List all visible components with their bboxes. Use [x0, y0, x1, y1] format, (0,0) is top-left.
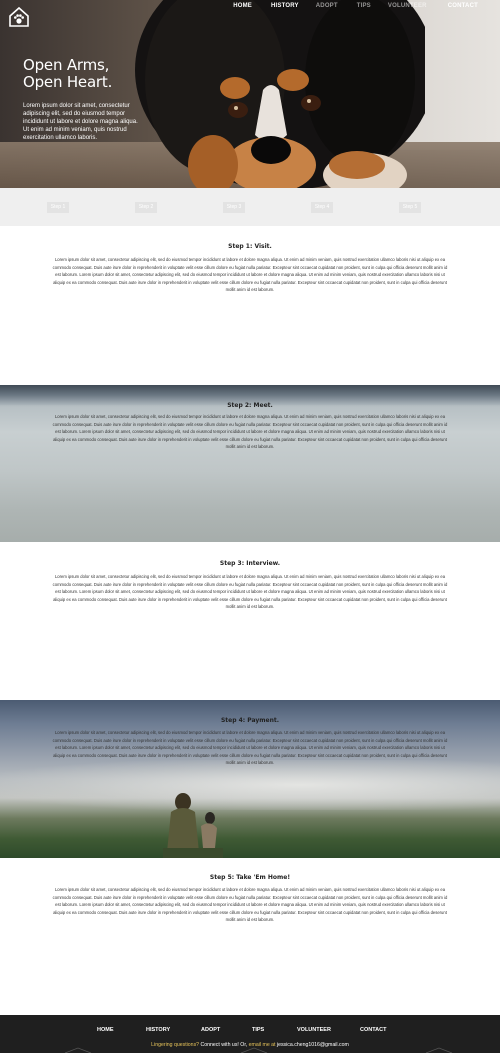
- footer-link-home[interactable]: HOME: [97, 1027, 114, 1033]
- footer-link-history[interactable]: HISTORY: [146, 1027, 170, 1033]
- step-tab-4[interactable]: Step 4: [311, 202, 333, 213]
- step-5-title: Step 5: Take 'Em Home!: [209, 874, 291, 881]
- step-2-title: Step 2: Meet.: [227, 402, 273, 409]
- hero-text: Lorem ipsum dolor sit amet, consectetur …: [23, 103, 138, 141]
- footer-email-link[interactable]: jessica.cheng1016@gmail.com: [277, 1042, 349, 1048]
- step-5-section: Step 5: Take 'Em Home! Lorem ipsum dolor…: [0, 858, 500, 1015]
- step-2-body: Lorem ipsum dolor sit amet, consectetur …: [52, 414, 448, 449]
- step-1-section: Step 1: Visit. Lorem ipsum dolor sit ame…: [0, 226, 500, 385]
- footer-link-tips[interactable]: TIPS: [252, 1027, 264, 1033]
- chevron-up-icon: [425, 1047, 453, 1053]
- hero-title-line1: Open Arms,: [23, 56, 110, 74]
- mountain-fog-background: [0, 760, 500, 810]
- step-tab-2[interactable]: Step 2: [135, 202, 157, 213]
- footer: HOME HISTORY ADOPT TIPS VOLUNTEER CONTAC…: [0, 1015, 500, 1053]
- step-3-section: Step 3: Interview. Lorem ipsum dolor sit…: [0, 542, 500, 700]
- footer-note-prefix: Lingering questions?: [151, 1042, 200, 1048]
- nav-link-home[interactable]: HOME: [233, 3, 252, 9]
- nav-link-tips[interactable]: TIPS: [357, 3, 371, 9]
- chevron-up-icon: [64, 1047, 92, 1053]
- nav-link-contact[interactable]: CONTACT: [448, 3, 478, 9]
- hero-title: Open Arms, Open Heart.: [23, 57, 112, 91]
- hiker-with-dog-photo: [163, 793, 223, 858]
- step-1-title: Step 1: Visit.: [228, 243, 272, 250]
- step-3-body: Lorem ipsum dolor sit amet, consectetur …: [52, 574, 448, 609]
- hero-banner: HOME HISTORY ADOPT TIPS VOLUNTEER CONTAC…: [0, 0, 500, 188]
- step-tab-1[interactable]: Step 1: [47, 202, 69, 213]
- step-2-section: Step 2: Meet. Lorem ipsum dolor sit amet…: [0, 385, 500, 542]
- footer-link-adopt[interactable]: ADOPT: [201, 1027, 220, 1033]
- chevron-up-icon: [240, 1047, 268, 1053]
- step-tab-5[interactable]: Step 5: [399, 202, 421, 213]
- step-5-body: Lorem ipsum dolor sit amet, consectetur …: [52, 887, 448, 922]
- step-1-body: Lorem ipsum dolor sit amet, consectetur …: [52, 257, 448, 292]
- step-4-body: Lorem ipsum dolor sit amet, consectetur …: [52, 730, 448, 765]
- nav-link-adopt[interactable]: ADOPT: [316, 3, 338, 9]
- step-3-title: Step 3: Interview.: [219, 560, 281, 567]
- footer-link-contact[interactable]: CONTACT: [360, 1027, 386, 1033]
- footer-link-volunteer[interactable]: VOLUNTEER: [297, 1027, 331, 1033]
- paw-house-logo-icon[interactable]: [8, 6, 30, 28]
- step-4-section: Step 4: Payment. Lorem ipsum dolor sit a…: [0, 700, 500, 858]
- hero-title-line2: Open Heart.: [23, 73, 113, 91]
- step-tab-3[interactable]: Step 3: [223, 202, 245, 213]
- nav-link-volunteer[interactable]: VOLUNTEER: [388, 3, 427, 9]
- nav-link-history[interactable]: HISTORY: [271, 3, 299, 9]
- step-4-title: Step 4: Payment.: [220, 717, 280, 724]
- steps-bar: Step 1 Step 2 Step 3 Step 4 Step 5: [0, 188, 500, 226]
- top-nav: HOME HISTORY ADOPT TIPS VOLUNTEER CONTAC…: [233, 3, 478, 9]
- dog-photo: [135, 0, 425, 188]
